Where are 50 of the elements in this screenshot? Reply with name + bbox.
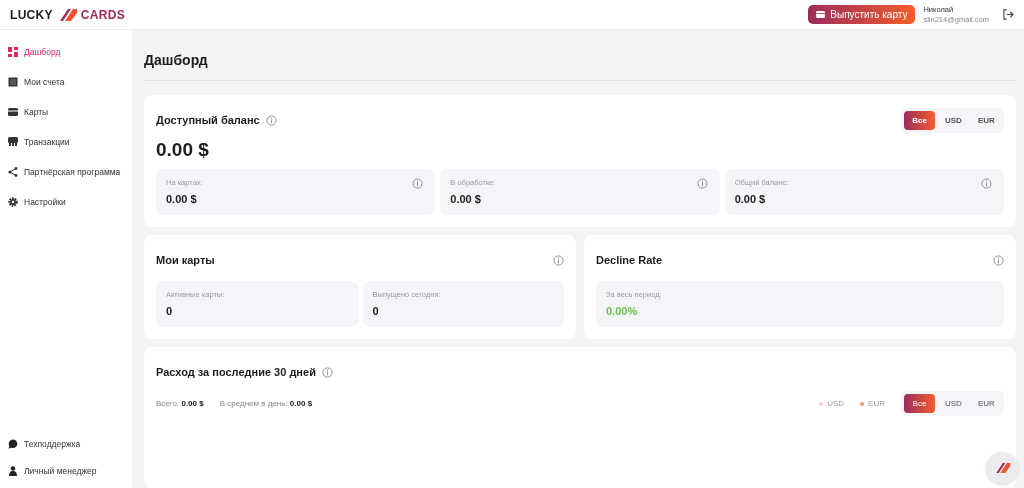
info-icon[interactable] — [553, 254, 564, 266]
balance-total: 0.00 $ — [156, 139, 210, 161]
card-title: Доступный баланс — [156, 114, 260, 126]
card-title: Расход за последние 30 дней — [156, 366, 316, 378]
info-icon[interactable] — [265, 114, 277, 126]
legend-label: EUR — [868, 399, 885, 408]
dashboard-icon — [8, 46, 18, 57]
card-title: Мои карты — [156, 254, 215, 266]
currency-tab[interactable]: Все — [904, 110, 935, 130]
total-summary: Всего: 0.00 $ — [156, 399, 204, 408]
sidebar-item[interactable]: Партнёрская программа — [0, 164, 132, 179]
document-icon — [8, 76, 18, 87]
issue-card-button[interactable]: Выпустить карту — [808, 5, 916, 24]
logo-text: LUCKY — [10, 7, 53, 22]
person-icon — [8, 465, 18, 476]
stat-value: 0.00 $ — [734, 193, 767, 205]
sidebar-item[interactable]: Настройки — [0, 194, 132, 209]
stat-value: 0.00% — [606, 305, 639, 317]
logo-text: CARDS — [80, 7, 125, 22]
average-summary: В среднем в день: 0.00 $ — [219, 399, 313, 408]
sidebar-item[interactable]: Мои счета — [0, 74, 132, 89]
currency-tab[interactable]: EUR — [970, 394, 1001, 413]
page-title: Дашборд — [144, 30, 1016, 81]
stat-value: 0 — [166, 305, 174, 317]
logout-icon[interactable] — [1003, 9, 1014, 20]
currency-tab[interactable]: EUR — [970, 110, 1001, 130]
sidebar-item[interactable]: Транзакции — [0, 134, 132, 149]
stat-value: 0.00 $ — [450, 193, 482, 205]
share-icon — [8, 166, 18, 177]
settings-icon — [8, 196, 18, 207]
sidebar-item[interactable]: Техподдержка — [0, 436, 132, 451]
currency-tab[interactable]: Все — [904, 394, 935, 413]
info-icon[interactable] — [321, 366, 333, 378]
sidebar-item[interactable]: Карты — [0, 104, 132, 119]
card-icon — [8, 107, 18, 116]
info-icon[interactable] — [696, 178, 708, 189]
card-icon — [816, 11, 826, 18]
stat-value: 0 — [372, 305, 380, 317]
sidebar-item[interactable]: Личный менеджер — [0, 463, 132, 478]
card-title: Decline Rate — [596, 254, 663, 266]
currency-tab[interactable]: USD — [937, 110, 968, 130]
chat-icon — [8, 438, 18, 449]
info-icon[interactable] — [981, 178, 992, 189]
info-icon[interactable] — [993, 254, 1004, 266]
currency-tab[interactable]: USD — [937, 394, 968, 413]
receipt-icon — [8, 137, 18, 146]
sidebar-item[interactable]: Дашборд — [0, 44, 132, 59]
stat-value: 0.00 $ — [166, 193, 198, 205]
legend-label: USD — [827, 399, 845, 408]
info-icon[interactable] — [412, 178, 424, 189]
